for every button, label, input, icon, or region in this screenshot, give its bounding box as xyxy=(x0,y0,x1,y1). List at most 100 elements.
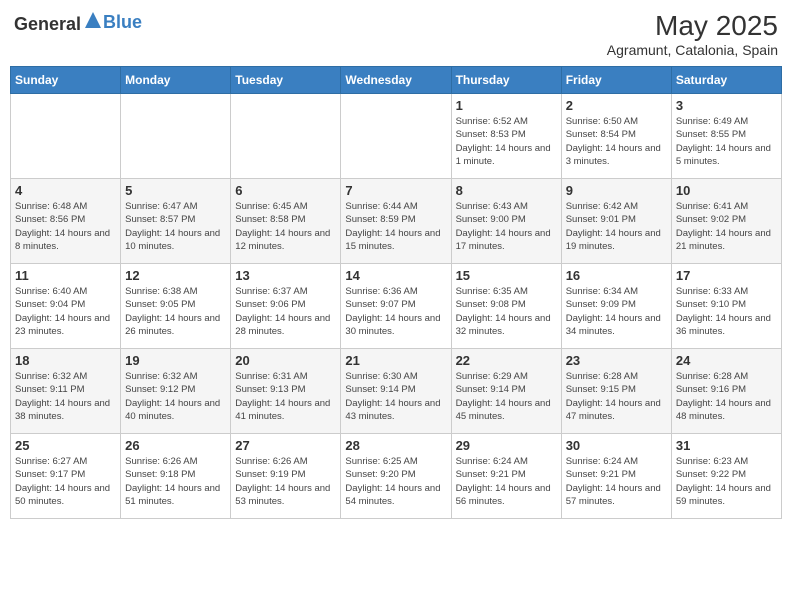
day-number: 28 xyxy=(345,438,446,453)
calendar-cell xyxy=(341,94,451,179)
day-number: 6 xyxy=(235,183,336,198)
calendar-cell: 16 Sunrise: 6:34 AM Sunset: 9:09 PM Dayli… xyxy=(561,264,671,349)
calendar-cell: 19 Sunrise: 6:32 AM Sunset: 9:12 PM Dayli… xyxy=(121,349,231,434)
cell-info: Sunrise: 6:25 AM Sunset: 9:20 PM Dayligh… xyxy=(345,455,446,508)
day-number: 16 xyxy=(566,268,667,283)
location: Agramunt, Catalonia, Spain xyxy=(607,42,778,58)
calendar-week-row: 1 Sunrise: 6:52 AM Sunset: 8:53 PM Daylig… xyxy=(11,94,782,179)
cell-info: Sunrise: 6:37 AM Sunset: 9:06 PM Dayligh… xyxy=(235,285,336,338)
calendar-cell xyxy=(11,94,121,179)
cell-info: Sunrise: 6:43 AM Sunset: 9:00 PM Dayligh… xyxy=(456,200,557,253)
calendar-cell: 29 Sunrise: 6:24 AM Sunset: 9:21 PM Dayli… xyxy=(451,434,561,519)
day-number: 19 xyxy=(125,353,226,368)
calendar-cell: 5 Sunrise: 6:47 AM Sunset: 8:57 PM Daylig… xyxy=(121,179,231,264)
cell-info: Sunrise: 6:45 AM Sunset: 8:58 PM Dayligh… xyxy=(235,200,336,253)
day-number: 4 xyxy=(15,183,116,198)
day-number: 2 xyxy=(566,98,667,113)
day-number: 9 xyxy=(566,183,667,198)
calendar-cell: 31Sunrise: 6:23 AM Sunset: 9:22 PM Dayli… xyxy=(671,434,781,519)
day-number: 21 xyxy=(345,353,446,368)
cell-info: Sunrise: 6:24 AM Sunset: 9:21 PM Dayligh… xyxy=(456,455,557,508)
cell-info: Sunrise: 6:28 AM Sunset: 9:15 PM Dayligh… xyxy=(566,370,667,423)
month-year: May 2025 xyxy=(607,10,778,42)
calendar-cell: 18 Sunrise: 6:32 AM Sunset: 9:11 PM Dayli… xyxy=(11,349,121,434)
calendar-cell: 10 Sunrise: 6:41 AM Sunset: 9:02 PM Dayli… xyxy=(671,179,781,264)
day-number: 8 xyxy=(456,183,557,198)
day-number: 3 xyxy=(676,98,777,113)
day-number: 14 xyxy=(345,268,446,283)
day-number: 26 xyxy=(125,438,226,453)
day-number: 11 xyxy=(15,268,116,283)
cell-info: Sunrise: 6:27 AM Sunset: 9:17 PM Dayligh… xyxy=(15,455,116,508)
day-number: 25 xyxy=(15,438,116,453)
logo-blue: Blue xyxy=(103,12,142,32)
calendar-cell: 24Sunrise: 6:28 AM Sunset: 9:16 PM Dayli… xyxy=(671,349,781,434)
cell-info: Sunrise: 6:41 AM Sunset: 9:02 PM Dayligh… xyxy=(676,200,777,253)
calendar-cell: 25 Sunrise: 6:27 AM Sunset: 9:17 PM Dayli… xyxy=(11,434,121,519)
column-header-wednesday: Wednesday xyxy=(341,67,451,94)
calendar-cell: 17 Sunrise: 6:33 AM Sunset: 9:10 PM Dayli… xyxy=(671,264,781,349)
day-number: 17 xyxy=(676,268,777,283)
calendar-week-row: 25 Sunrise: 6:27 AM Sunset: 9:17 PM Dayli… xyxy=(11,434,782,519)
column-header-tuesday: Tuesday xyxy=(231,67,341,94)
column-header-thursday: Thursday xyxy=(451,67,561,94)
day-number: 29 xyxy=(456,438,557,453)
cell-info: Sunrise: 6:49 AM Sunset: 8:55 PM Dayligh… xyxy=(676,115,777,168)
column-header-friday: Friday xyxy=(561,67,671,94)
cell-info: Sunrise: 6:30 AM Sunset: 9:14 PM Dayligh… xyxy=(345,370,446,423)
page-header: General Blue May 2025 Agramunt, Cataloni… xyxy=(10,10,782,58)
cell-info: Sunrise: 6:50 AM Sunset: 8:54 PM Dayligh… xyxy=(566,115,667,168)
title-block: May 2025 Agramunt, Catalonia, Spain xyxy=(607,10,778,58)
cell-info: Sunrise: 6:32 AM Sunset: 9:11 PM Dayligh… xyxy=(15,370,116,423)
day-number: 13 xyxy=(235,268,336,283)
cell-info: Sunrise: 6:35 AM Sunset: 9:08 PM Dayligh… xyxy=(456,285,557,338)
day-number: 20 xyxy=(235,353,336,368)
day-number: 31 xyxy=(676,438,777,453)
calendar-week-row: 4 Sunrise: 6:48 AM Sunset: 8:56 PM Daylig… xyxy=(11,179,782,264)
cell-info: Sunrise: 6:34 AM Sunset: 9:09 PM Dayligh… xyxy=(566,285,667,338)
day-number: 5 xyxy=(125,183,226,198)
day-number: 12 xyxy=(125,268,226,283)
calendar-week-row: 11 Sunrise: 6:40 AM Sunset: 9:04 PM Dayli… xyxy=(11,264,782,349)
cell-info: Sunrise: 6:42 AM Sunset: 9:01 PM Dayligh… xyxy=(566,200,667,253)
cell-info: Sunrise: 6:40 AM Sunset: 9:04 PM Dayligh… xyxy=(15,285,116,338)
cell-info: Sunrise: 6:52 AM Sunset: 8:53 PM Dayligh… xyxy=(456,115,557,168)
day-number: 23 xyxy=(566,353,667,368)
cell-info: Sunrise: 6:32 AM Sunset: 9:12 PM Dayligh… xyxy=(125,370,226,423)
cell-info: Sunrise: 6:36 AM Sunset: 9:07 PM Dayligh… xyxy=(345,285,446,338)
cell-info: Sunrise: 6:44 AM Sunset: 8:59 PM Dayligh… xyxy=(345,200,446,253)
calendar-cell: 15Sunrise: 6:35 AM Sunset: 9:08 PM Dayli… xyxy=(451,264,561,349)
cell-info: Sunrise: 6:31 AM Sunset: 9:13 PM Dayligh… xyxy=(235,370,336,423)
calendar-cell: 11 Sunrise: 6:40 AM Sunset: 9:04 PM Dayli… xyxy=(11,264,121,349)
cell-info: Sunrise: 6:24 AM Sunset: 9:21 PM Dayligh… xyxy=(566,455,667,508)
column-header-saturday: Saturday xyxy=(671,67,781,94)
cell-info: Sunrise: 6:29 AM Sunset: 9:14 PM Dayligh… xyxy=(456,370,557,423)
day-number: 1 xyxy=(456,98,557,113)
day-number: 7 xyxy=(345,183,446,198)
calendar-cell: 4 Sunrise: 6:48 AM Sunset: 8:56 PM Daylig… xyxy=(11,179,121,264)
calendar-header-row: SundayMondayTuesdayWednesdayThursdayFrid… xyxy=(11,67,782,94)
calendar-cell: 1 Sunrise: 6:52 AM Sunset: 8:53 PM Daylig… xyxy=(451,94,561,179)
calendar-cell: 3 Sunrise: 6:49 AM Sunset: 8:55 PM Daylig… xyxy=(671,94,781,179)
calendar-cell xyxy=(231,94,341,179)
day-number: 18 xyxy=(15,353,116,368)
calendar-body: 1 Sunrise: 6:52 AM Sunset: 8:53 PM Daylig… xyxy=(11,94,782,519)
calendar-cell: 2 Sunrise: 6:50 AM Sunset: 8:54 PM Daylig… xyxy=(561,94,671,179)
calendar-table: SundayMondayTuesdayWednesdayThursdayFrid… xyxy=(10,66,782,519)
column-header-monday: Monday xyxy=(121,67,231,94)
day-number: 22 xyxy=(456,353,557,368)
cell-info: Sunrise: 6:47 AM Sunset: 8:57 PM Dayligh… xyxy=(125,200,226,253)
calendar-cell: 22 Sunrise: 6:29 AM Sunset: 9:14 PM Dayli… xyxy=(451,349,561,434)
day-number: 24 xyxy=(676,353,777,368)
calendar-cell: 30Sunrise: 6:24 AM Sunset: 9:21 PM Dayli… xyxy=(561,434,671,519)
column-header-sunday: Sunday xyxy=(11,67,121,94)
logo-icon xyxy=(83,10,103,30)
cell-info: Sunrise: 6:33 AM Sunset: 9:10 PM Dayligh… xyxy=(676,285,777,338)
calendar-cell: 20 Sunrise: 6:31 AM Sunset: 9:13 PM Dayli… xyxy=(231,349,341,434)
day-number: 10 xyxy=(676,183,777,198)
logo: General Blue xyxy=(14,10,142,35)
cell-info: Sunrise: 6:26 AM Sunset: 9:18 PM Dayligh… xyxy=(125,455,226,508)
cell-info: Sunrise: 6:38 AM Sunset: 9:05 PM Dayligh… xyxy=(125,285,226,338)
calendar-cell: 12 Sunrise: 6:38 AM Sunset: 9:05 PM Dayli… xyxy=(121,264,231,349)
cell-info: Sunrise: 6:48 AM Sunset: 8:56 PM Dayligh… xyxy=(15,200,116,253)
